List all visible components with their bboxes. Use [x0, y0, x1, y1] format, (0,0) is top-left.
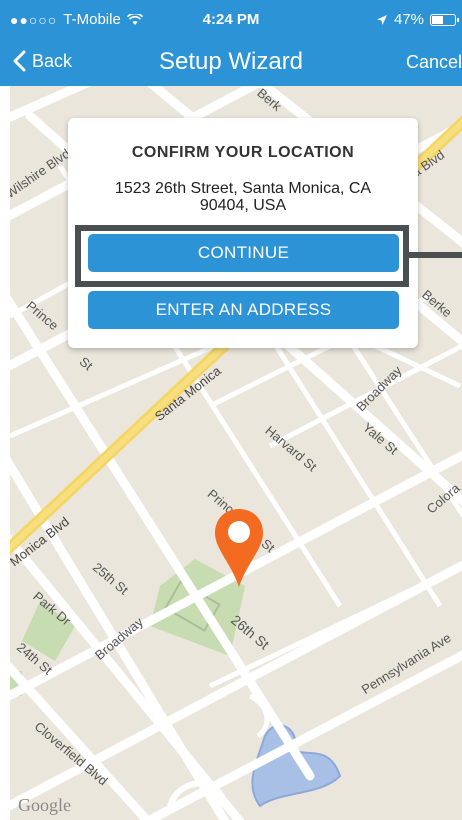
street-label: Harvard St	[262, 422, 320, 475]
battery-icon	[430, 13, 459, 26]
street-label: 24th St	[13, 639, 56, 678]
street-label: Berk	[254, 86, 285, 114]
nav-bar: Back Setup Wizard Cancel	[0, 40, 462, 86]
highlight-pointer-line	[409, 252, 462, 258]
street-label: 25th St	[89, 559, 132, 598]
street-label: Broadway	[353, 362, 405, 415]
address-line-1: 1523 26th Street, Santa Monica, CA	[114, 180, 372, 197]
battery-percent: 47%	[393, 11, 424, 28]
enter-address-button[interactable]: ENTER AN ADDRESS	[88, 291, 399, 329]
street-label: Monica Blvd	[10, 513, 72, 570]
status-right: 47%	[376, 11, 459, 28]
google-logo: Google	[18, 795, 71, 815]
address-line-2: 90404, USA	[199, 197, 287, 214]
street-label: Park Dr	[30, 588, 74, 629]
status-bar: ●●○○○ T-Mobile 4:24 PM 47%	[0, 0, 462, 40]
street-label: Yale St	[359, 419, 401, 458]
street-label: Cloverfield Blvd	[31, 718, 111, 789]
location-arrow-icon	[376, 14, 387, 25]
street-label: Wilshire Blvd	[10, 145, 73, 202]
dialog-address: 1523 26th Street, Santa Monica, CA 90404…	[88, 180, 398, 214]
continue-highlight-frame	[75, 225, 409, 287]
street-label: Broadway	[91, 614, 146, 663]
street-label: St	[76, 353, 96, 374]
street-label: 26th St	[228, 611, 273, 653]
dialog-title: CONFIRM YOUR LOCATION	[131, 144, 355, 161]
page-title: Setup Wizard	[158, 48, 304, 75]
street-label: Berke	[419, 286, 455, 321]
street-label: Santa Monica	[151, 363, 224, 424]
street-label: Prince	[23, 297, 62, 334]
street-label: Colora	[423, 480, 462, 517]
location-pin-icon[interactable]	[213, 507, 265, 589]
top-bar: ●●○○○ T-Mobile 4:24 PM 47% Back Setup Wi…	[0, 0, 462, 86]
cancel-button[interactable]: Cancel	[406, 52, 462, 73]
street-label: Pennsylvania Ave	[358, 630, 454, 697]
